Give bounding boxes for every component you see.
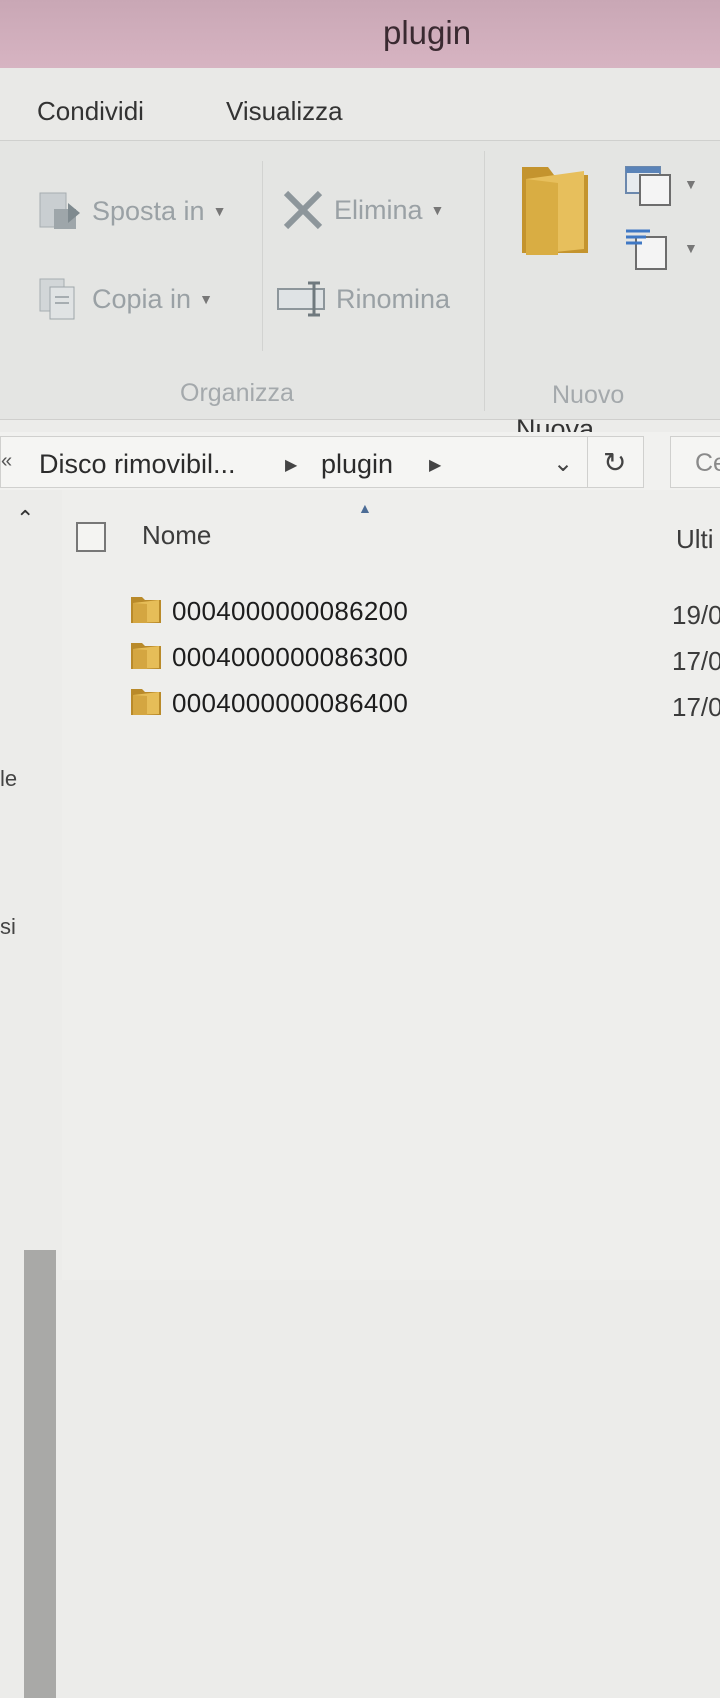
group-separator bbox=[484, 151, 485, 411]
nav-collapse-icon[interactable]: ⌃ bbox=[16, 506, 34, 532]
easy-access-button[interactable]: ▼ bbox=[624, 223, 698, 273]
search-placeholder: Ce bbox=[695, 449, 720, 477]
search-input[interactable]: Ce bbox=[670, 436, 720, 488]
file-list: ▲ Nome Ulti 0004000000086200 19/0 000400… bbox=[62, 490, 720, 1280]
delete-button[interactable]: Elimina ▼ bbox=[280, 187, 444, 233]
list-item[interactable]: 0004000000086400 17/0 bbox=[130, 684, 720, 724]
breadcrumb-item-plugin[interactable]: plugin bbox=[321, 449, 393, 480]
nav-item-fragment[interactable]: le bbox=[0, 766, 17, 792]
column-header: ▲ Nome Ulti bbox=[62, 490, 720, 580]
window-title: plugin bbox=[383, 14, 472, 51]
nav-item-fragment[interactable]: si bbox=[0, 914, 16, 940]
breadcrumb-item-drive[interactable]: Disco rimovibil... bbox=[39, 449, 236, 480]
easy-access-icon bbox=[626, 229, 667, 270]
overflow-chevron-icon[interactable]: « bbox=[1, 450, 12, 473]
select-all-checkbox[interactable] bbox=[76, 522, 106, 552]
new-folder-button[interactable] bbox=[496, 151, 614, 361]
delete-label: Elimina bbox=[334, 194, 423, 225]
breadcrumb[interactable]: « Disco rimovibil... ▶ plugin ▶ ⌄ ↻ bbox=[0, 436, 644, 488]
history-dropdown-icon[interactable]: ⌄ bbox=[553, 449, 573, 478]
navigation-pane: ⌃ le si bbox=[0, 490, 63, 1698]
folder-icon bbox=[131, 689, 161, 715]
file-date: 19/0 bbox=[672, 600, 720, 630]
file-date: 17/0 bbox=[672, 692, 720, 722]
refresh-icon[interactable]: ↻ bbox=[603, 446, 626, 479]
tab-visualizza[interactable]: Visualizza bbox=[226, 96, 343, 127]
ribbon: Sposta in ▼ Copia in ▼ Elimina ▼ Rinomin… bbox=[0, 140, 720, 484]
chevron-down-icon: ▼ bbox=[212, 203, 227, 219]
tab-condividi[interactable]: Condividi bbox=[37, 96, 144, 127]
folder-icon bbox=[131, 597, 161, 623]
folder-icon bbox=[131, 643, 161, 669]
move-to-button[interactable]: Sposta in ▼ bbox=[36, 187, 226, 235]
move-to-label: Sposta in bbox=[92, 195, 205, 226]
chevron-down-icon: ▼ bbox=[430, 202, 445, 218]
group-separator bbox=[262, 161, 263, 351]
list-item[interactable]: 0004000000086200 19/0 bbox=[130, 592, 720, 632]
ribbon-tabs: Condividi Visualizza bbox=[0, 68, 720, 140]
chevron-down-icon: ▼ bbox=[684, 176, 698, 192]
delete-icon bbox=[283, 190, 323, 230]
address-bar: « Disco rimovibil... ▶ plugin ▶ ⌄ ↻ Ce bbox=[0, 432, 720, 490]
organize-group-label: Organizza bbox=[180, 379, 294, 407]
file-name: 0004000000086200 bbox=[172, 596, 409, 626]
new-group-label: Nuovo bbox=[552, 381, 625, 409]
rename-button[interactable]: Rinomina bbox=[276, 279, 450, 319]
chevron-down-icon: ▼ bbox=[684, 240, 698, 256]
chevron-right-icon[interactable]: ▶ bbox=[429, 455, 441, 475]
rename-icon bbox=[277, 281, 325, 317]
file-name: 0004000000086300 bbox=[172, 642, 409, 672]
folder-icon bbox=[522, 167, 588, 255]
sort-ascending-icon: ▲ bbox=[358, 500, 372, 516]
copy-to-label: Copia in bbox=[92, 283, 192, 314]
new-item-button[interactable]: ▼ bbox=[624, 161, 698, 207]
column-name-header[interactable]: Nome bbox=[142, 520, 211, 551]
chevron-down-icon: ▼ bbox=[199, 291, 213, 307]
column-date-header[interactable]: Ulti bbox=[676, 524, 714, 555]
nav-scrollbar[interactable] bbox=[24, 1250, 56, 1698]
address-separator bbox=[587, 437, 588, 487]
chevron-right-icon[interactable]: ▶ bbox=[285, 455, 297, 475]
title-bar: plugin bbox=[0, 0, 720, 68]
copy-to-button[interactable]: Copia in ▼ bbox=[36, 275, 213, 323]
list-item[interactable]: 0004000000086300 17/0 bbox=[130, 638, 720, 678]
rename-label: Rinomina bbox=[336, 283, 451, 314]
file-name: 0004000000086400 bbox=[172, 688, 409, 718]
new-item-icon bbox=[625, 166, 671, 206]
copy-to-icon bbox=[39, 278, 75, 320]
file-date: 17/0 bbox=[672, 646, 720, 676]
move-to-icon bbox=[39, 192, 80, 229]
